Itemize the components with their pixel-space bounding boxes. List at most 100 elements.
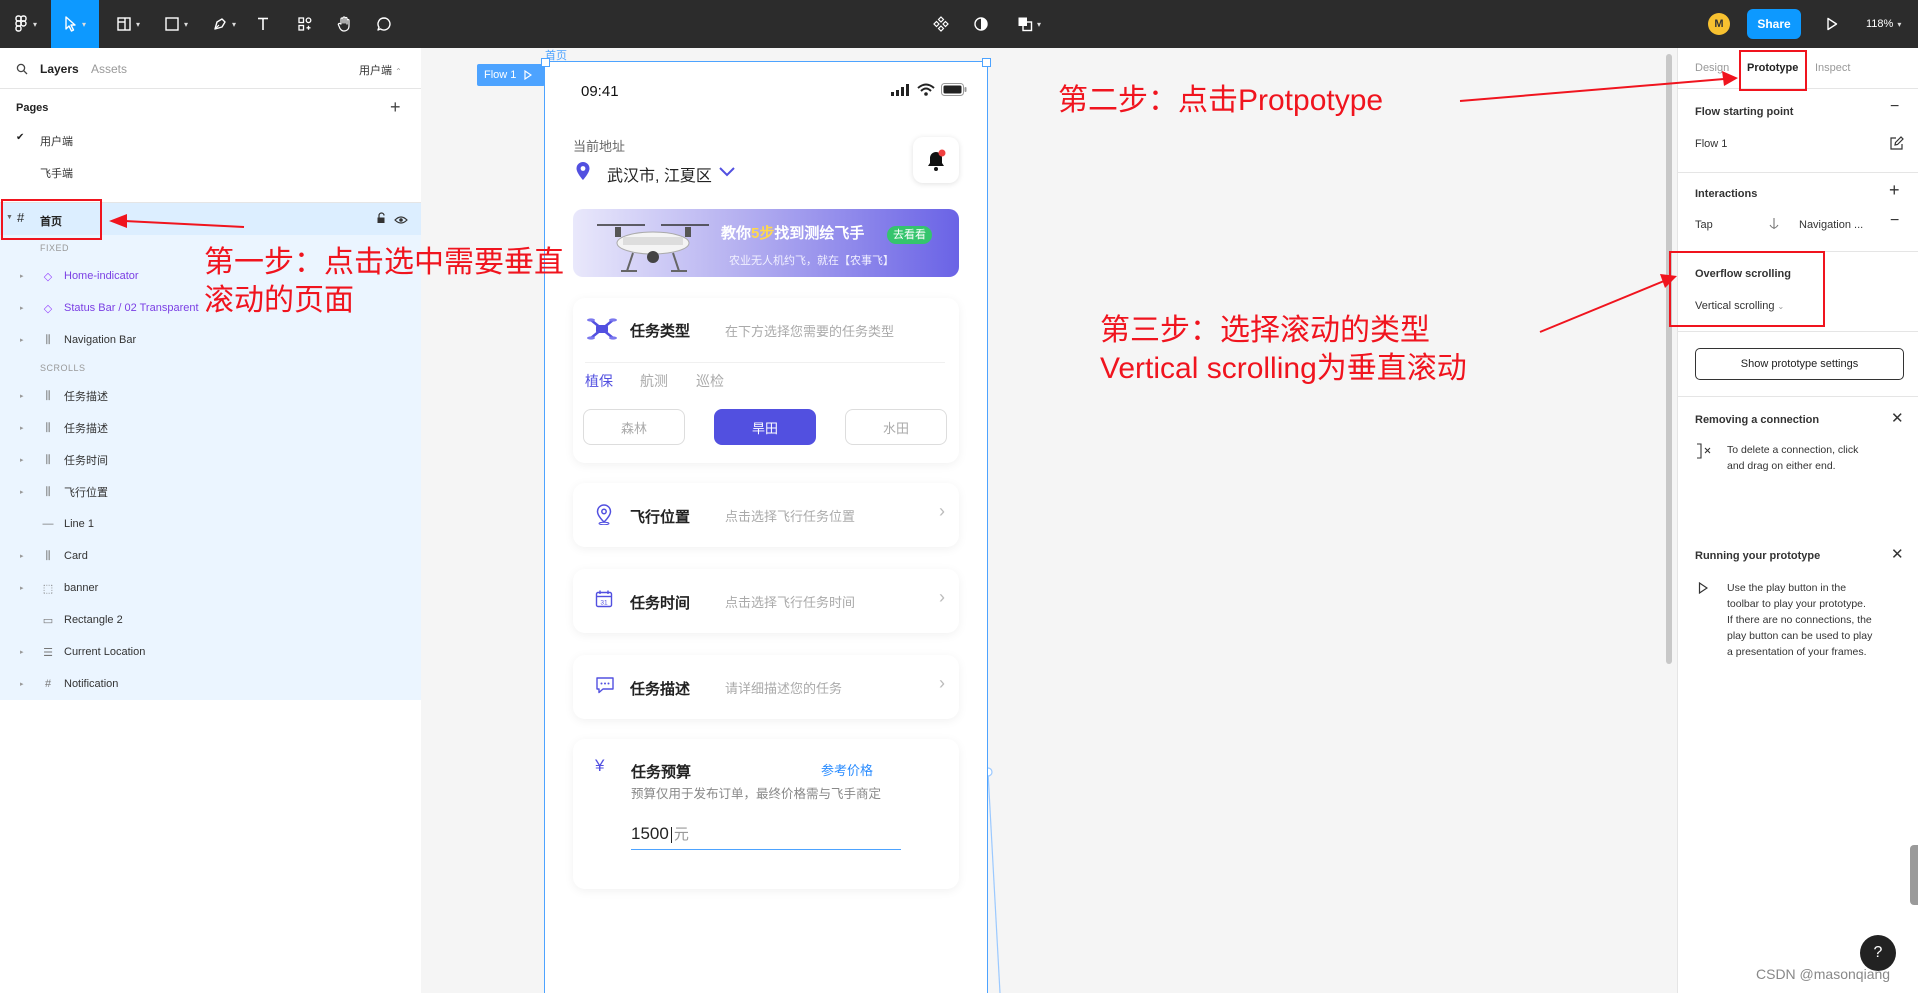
expand-arrow-icon[interactable]: ▸ bbox=[20, 336, 24, 344]
main-menu-button[interactable]: ▾ bbox=[8, 0, 44, 48]
expand-arrow-icon[interactable]: ▸ bbox=[20, 552, 24, 560]
play-icon bbox=[1827, 17, 1838, 31]
current-address[interactable]: 武汉市, 江夏区 bbox=[607, 162, 712, 186]
page-item-user[interactable]: 用户端 bbox=[40, 133, 73, 149]
pen-tool-button[interactable]: ▾ bbox=[204, 0, 244, 48]
add-interaction-icon[interactable]: + bbox=[1889, 180, 1900, 201]
components-button[interactable] bbox=[928, 0, 954, 48]
task-time-card[interactable]: 31 任务时间 点击选择飞行任务时间 › bbox=[573, 569, 959, 633]
layer-row[interactable]: ▸ ⫼ Navigation Bar bbox=[0, 324, 421, 356]
text-tool-button[interactable] bbox=[250, 0, 276, 48]
present-button[interactable] bbox=[1819, 0, 1845, 48]
reference-price-link[interactable]: 参考价格 bbox=[821, 760, 873, 779]
expand-arrow-icon[interactable]: ▸ bbox=[20, 304, 24, 312]
flow-start-badge[interactable]: Flow 1 bbox=[477, 64, 545, 86]
tab-design[interactable]: Design bbox=[1695, 62, 1729, 74]
remove-interaction-icon[interactable]: − bbox=[1890, 212, 1899, 230]
layer-row[interactable]: ▸ ⫼ 任务描述 bbox=[0, 412, 421, 444]
layer-row[interactable]: — Line 1 bbox=[0, 508, 421, 540]
close-icon[interactable]: ✕ bbox=[1891, 545, 1904, 563]
add-page-icon[interactable]: + bbox=[390, 98, 401, 116]
resize-handle[interactable] bbox=[541, 58, 550, 67]
expand-arrow-icon[interactable]: ▸ bbox=[20, 648, 24, 656]
anchor-icon bbox=[1769, 218, 1779, 229]
task-description-hint: 请详细描述您的任务 bbox=[725, 681, 843, 696]
chevron-right-icon: › bbox=[939, 501, 945, 521]
promo-banner[interactable]: 教你5步找到测绘飞手 去看看 农业无人机约飞，就在【农事飞】 bbox=[573, 209, 959, 277]
move-tool-button[interactable]: ▾ bbox=[51, 0, 99, 48]
expand-arrow-icon[interactable]: ▸ bbox=[20, 272, 24, 280]
theme-toggle-button[interactable] bbox=[968, 0, 994, 48]
fixed-section-label: FIXED bbox=[40, 243, 70, 253]
task-description-title: 任务描述 bbox=[630, 681, 691, 698]
canvas-scrollbar[interactable] bbox=[1666, 54, 1672, 664]
layer-row[interactable]: ▭ Rectangle 2 bbox=[0, 604, 421, 636]
page-selector[interactable]: 用户端 ⌃ bbox=[359, 62, 402, 78]
boolean-ops-button[interactable]: ▾ bbox=[1010, 0, 1048, 48]
edit-icon[interactable] bbox=[1889, 136, 1904, 151]
interaction-action[interactable]: Navigation ... bbox=[1799, 219, 1863, 231]
zoom-menu[interactable]: 118% ▾ bbox=[1866, 0, 1901, 48]
tab-inspect[interactable]: Inspect bbox=[1815, 62, 1850, 74]
hand-icon bbox=[337, 16, 350, 32]
expand-arrow-icon[interactable]: ▸ bbox=[20, 424, 24, 432]
layer-row[interactable]: ▸ ⫼ 任务描述 bbox=[0, 380, 421, 412]
avatar[interactable]: M bbox=[1708, 13, 1730, 35]
expand-arrow-icon[interactable]: ▸ bbox=[20, 488, 24, 496]
budget-card: ¥ 任务预算 参考价格 预算仅用于发布订单，最终价格需与飞手商定 1500 元 bbox=[573, 739, 959, 889]
tab-inspection[interactable]: 巡检 bbox=[696, 371, 724, 391]
phone-frame[interactable]: 09:41 当前地址 武汉市, 江夏区 教你5步找到测绘飞手 去看看 农业无人机… bbox=[541, 58, 991, 993]
hand-tool-button[interactable] bbox=[332, 0, 358, 48]
expand-arrow-icon[interactable]: ▸ bbox=[20, 584, 24, 592]
chevron-down-icon[interactable] bbox=[718, 166, 736, 177]
layer-row[interactable]: ▸ # Notification bbox=[0, 668, 421, 700]
interaction-trigger[interactable]: Tap bbox=[1695, 219, 1713, 231]
chip-dry-field[interactable]: 旱田 bbox=[714, 409, 816, 445]
task-description-card[interactable]: 任务描述 请详细描述您的任务 › bbox=[573, 655, 959, 719]
lock-icon[interactable] bbox=[376, 211, 387, 229]
layers-search-icon[interactable] bbox=[16, 62, 28, 80]
budget-input[interactable]: 1500 元 bbox=[631, 823, 901, 850]
expand-arrow-icon[interactable]: ▸ bbox=[20, 456, 24, 464]
page-item-pilot[interactable]: 飞手端 bbox=[40, 165, 73, 181]
layer-name: 任务时间 bbox=[64, 455, 108, 467]
side-handle[interactable] bbox=[1910, 845, 1918, 905]
banner-badge[interactable]: 去看看 bbox=[887, 226, 932, 244]
tab-plant-protection[interactable]: 植保 bbox=[585, 371, 613, 391]
shape-tool-button[interactable]: ▾ bbox=[156, 0, 196, 48]
layer-row[interactable]: ▸ ⫼ 飞行位置 bbox=[0, 476, 421, 508]
rectangle-icon: ▭ bbox=[42, 614, 54, 627]
comment-tool-button[interactable] bbox=[371, 0, 397, 48]
layer-row[interactable]: ▸ ☰ Current Location bbox=[0, 636, 421, 668]
play-icon bbox=[524, 70, 533, 80]
share-button[interactable]: Share bbox=[1747, 9, 1801, 39]
chip-forest[interactable]: 森林 bbox=[583, 409, 685, 445]
frame-tool-button[interactable]: ▾ bbox=[108, 0, 148, 48]
layer-row[interactable]: ▸ ⫼ Card bbox=[0, 540, 421, 572]
top-toolbar: ▾ ▾ ▾ ▾ ▾ ▾ M Share 118% ▾ bbox=[0, 0, 1918, 48]
layer-row[interactable]: ▸ ⫼ 任务时间 bbox=[0, 444, 421, 476]
tab-survey[interactable]: 航测 bbox=[640, 371, 668, 391]
tab-assets[interactable]: Assets bbox=[91, 62, 127, 76]
flow-name[interactable]: Flow 1 bbox=[1695, 138, 1727, 150]
tab-layers[interactable]: Layers bbox=[40, 62, 79, 76]
auto-layout-icon: ⫼ bbox=[45, 421, 51, 434]
calendar-day-text: 31 bbox=[600, 600, 608, 607]
layer-row[interactable]: ▸ ⬚ banner bbox=[0, 572, 421, 604]
flight-location-card[interactable]: 飞行位置 点击选择飞行任务位置 › bbox=[573, 483, 959, 547]
show-prototype-settings-button[interactable]: Show prototype settings bbox=[1695, 348, 1904, 380]
expand-arrow-icon[interactable]: ▸ bbox=[20, 392, 24, 400]
layer-name: Card bbox=[64, 550, 88, 562]
close-icon[interactable]: ✕ bbox=[1891, 409, 1904, 427]
notification-button[interactable] bbox=[913, 137, 959, 183]
resize-handle[interactable] bbox=[982, 58, 991, 67]
layer-name: Current Location bbox=[64, 646, 146, 658]
layers-panel: Layers Assets 用户端 ⌃ Pages + ✔ 用户端 飞手端 ▼ … bbox=[0, 48, 422, 993]
expand-arrow-icon[interactable]: ▸ bbox=[20, 680, 24, 688]
disconnect-icon bbox=[1697, 443, 1711, 459]
eye-icon[interactable] bbox=[394, 212, 408, 230]
chip-paddy-field[interactable]: 水田 bbox=[845, 409, 947, 445]
resources-button[interactable] bbox=[292, 0, 318, 48]
remove-flow-icon[interactable]: − bbox=[1890, 98, 1899, 116]
yuan-icon: ¥ bbox=[595, 756, 605, 775]
